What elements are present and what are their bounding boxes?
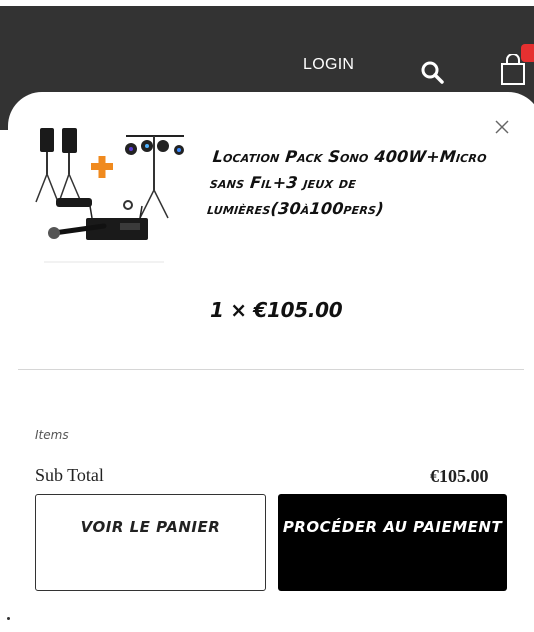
items-label: Items [35, 428, 69, 442]
view-cart-button-label: Voir le panier [80, 518, 221, 536]
cart-item-title[interactable]: Location Pack Sono 400W+Micro sans Fil+3… [206, 144, 494, 222]
checkout-button-label: Procéder au paiement [282, 518, 503, 536]
login-link[interactable]: LOGIN [303, 56, 354, 74]
divider [18, 369, 524, 370]
subtotal-label: Sub Total [35, 465, 104, 485]
subtotal-value: €105.00 [430, 466, 489, 486]
view-cart-button[interactable]: Voir le panier [35, 494, 266, 591]
search-icon[interactable] [420, 60, 446, 86]
product-image[interactable] [34, 122, 186, 264]
close-icon[interactable] [493, 118, 511, 136]
checkout-button[interactable]: Procéder au paiement [278, 494, 507, 591]
cart-count-badge [521, 44, 534, 62]
decorative-dot [7, 617, 10, 620]
cart-item-quantity-price: 1 × €105.00 [210, 298, 343, 322]
